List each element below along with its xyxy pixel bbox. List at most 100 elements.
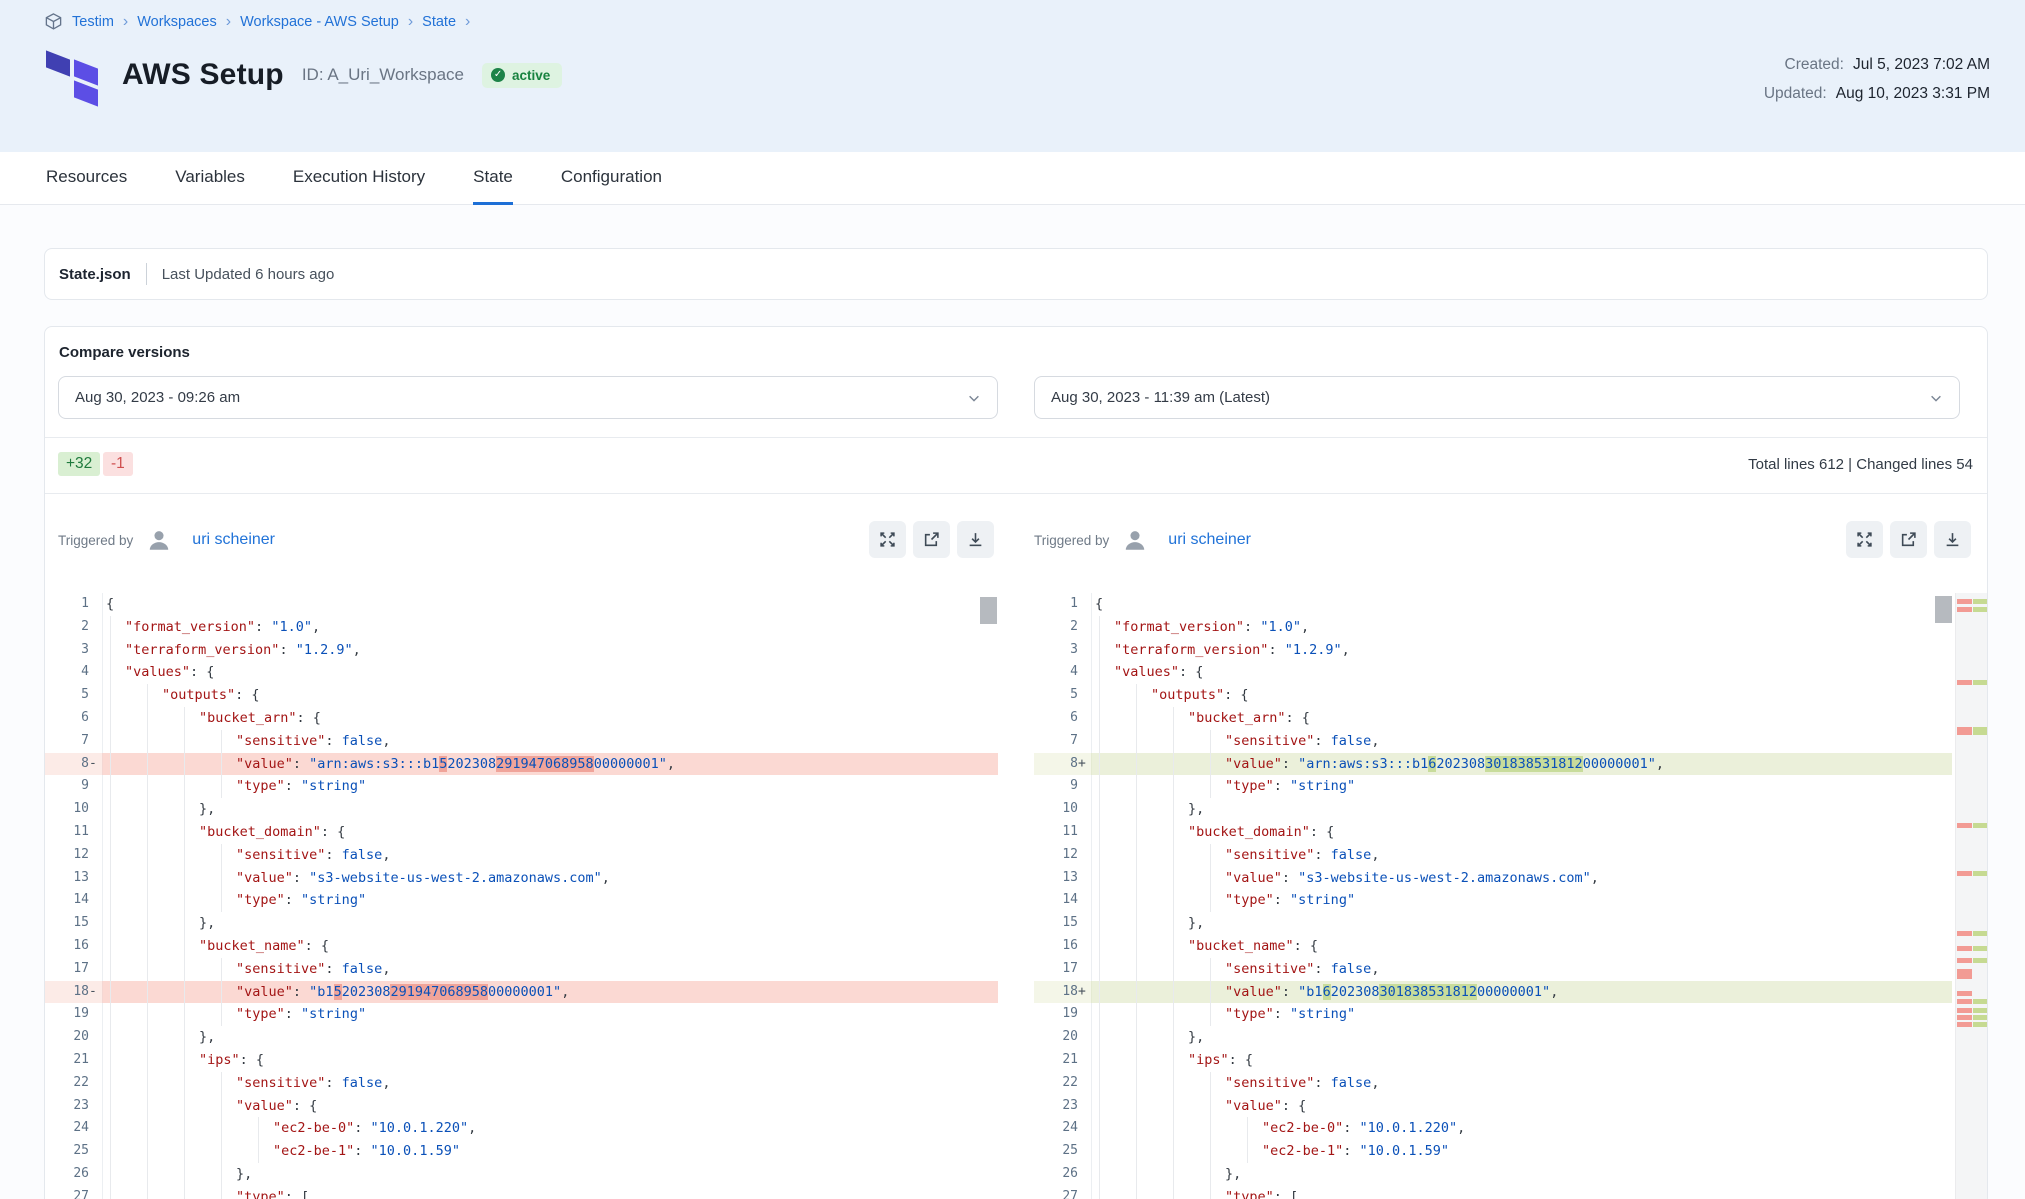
code-content: "ec2-be-1": "10.0.1.59"	[103, 1140, 998, 1163]
line-number: 7	[1034, 730, 1092, 753]
code-content: },	[1092, 798, 1952, 821]
ruler-mark-removed	[1957, 727, 1972, 735]
code-content: },	[103, 912, 998, 935]
ruler-mark-removed	[1957, 871, 1972, 876]
expand-icon[interactable]	[1846, 521, 1883, 558]
code-content: {	[1092, 593, 1952, 616]
breadcrumb-link[interactable]: Testim	[72, 14, 114, 30]
code-content: "sensitive": false,	[1092, 730, 1952, 753]
tab-state[interactable]: State	[473, 152, 513, 205]
tab-execution-history[interactable]: Execution History	[293, 152, 425, 205]
code-content: "type": "string"	[1092, 1003, 1952, 1026]
code-content: "sensitive": false,	[1092, 958, 1952, 981]
line-number: 3	[45, 639, 103, 662]
code-content: "value": "arn:aws:s3:::b1620230830183853…	[1092, 753, 1952, 776]
code-line: 10 },	[45, 798, 998, 821]
chevron-down-icon	[1929, 391, 1943, 405]
line-number: 14	[1034, 889, 1092, 912]
code-line: 12 "sensitive": false,	[1034, 844, 1952, 867]
indent-guides	[106, 1140, 273, 1163]
ruler-mark-removed	[1957, 680, 1972, 685]
code-content: "sensitive": false,	[103, 730, 998, 753]
code-content: "type": [	[103, 1186, 998, 1199]
tab-resources[interactable]: Resources	[46, 152, 127, 205]
check-circle-icon: ✓	[491, 68, 505, 82]
code-content: "terraform_version": "1.2.9",	[1092, 639, 1952, 662]
code-line: 3 "terraform_version": "1.2.9",	[1034, 639, 1952, 662]
line-number: 12	[45, 844, 103, 867]
line-number: 8-	[45, 753, 103, 776]
code-line: 16 "bucket_name": {	[45, 935, 998, 958]
code-content: },	[103, 798, 998, 821]
code-content: "value": "b1520230829194706895800000001"…	[103, 981, 998, 1004]
removed-lines-badge: -1	[103, 452, 133, 476]
line-number: 10	[1034, 798, 1092, 821]
code-content: "type": "string"	[1092, 775, 1952, 798]
diff-marker	[1078, 707, 1091, 730]
indent-guides	[106, 889, 236, 912]
diff-marker	[1078, 593, 1091, 616]
line-number: 4	[1034, 661, 1092, 684]
code-line: 19 "type": "string"	[45, 1003, 998, 1026]
cube-icon	[44, 12, 63, 31]
indent-guides	[1095, 844, 1225, 867]
code-line: 24 "ec2-be-0": "10.0.1.220",	[45, 1117, 998, 1140]
line-number: 16	[1034, 935, 1092, 958]
code-content: "values": {	[103, 661, 998, 684]
code-content: "sensitive": false,	[103, 958, 998, 981]
indent-guides	[106, 912, 199, 935]
line-number: 21	[1034, 1049, 1092, 1072]
download-icon[interactable]	[1934, 521, 1971, 558]
indent-guides	[1095, 1026, 1188, 1049]
code-line: 15 },	[45, 912, 998, 935]
line-number: 14	[45, 889, 103, 912]
panel-header-left: Triggered by uri scheiner	[58, 493, 998, 593]
breadcrumb-link[interactable]: Workspace - AWS Setup	[240, 14, 399, 30]
code-line: 18+"value": "b16202308301838531812000000…	[1034, 981, 1952, 1004]
diff-marker	[89, 707, 102, 730]
scrollbar-thumb[interactable]	[1935, 596, 1952, 623]
code-content: "type": "string"	[103, 889, 998, 912]
indent-guides	[1095, 1163, 1225, 1186]
diff-marker	[1078, 1186, 1091, 1199]
breadcrumb-separator: ›	[408, 14, 413, 30]
expand-icon[interactable]	[869, 521, 906, 558]
indent-guides	[1095, 684, 1151, 707]
version-select-left[interactable]: Aug 30, 2023 - 09:26 am	[58, 376, 998, 419]
code-content: "ec2-be-1": "10.0.1.59"	[1092, 1140, 1952, 1163]
code-line: 9 "type": "string"	[45, 775, 998, 798]
open-in-new-icon[interactable]	[1890, 521, 1927, 558]
open-in-new-icon[interactable]	[913, 521, 950, 558]
diff-overview-ruler[interactable]	[1955, 593, 1988, 1199]
diff-marker	[1078, 1140, 1091, 1163]
code-line: 11 "bucket_domain": {	[45, 821, 998, 844]
line-number: 12	[1034, 844, 1092, 867]
line-number: 19	[1034, 1003, 1092, 1026]
triggered-by-user[interactable]: uri scheiner	[1168, 531, 1251, 549]
line-number: 20	[1034, 1026, 1092, 1049]
code-content: "sensitive": false,	[1092, 844, 1952, 867]
breadcrumb-link[interactable]: Workspaces	[137, 14, 217, 30]
line-number: 11	[1034, 821, 1092, 844]
code-line: 22 "sensitive": false,	[1034, 1072, 1952, 1095]
indent-guides	[106, 707, 199, 730]
triggered-by-user[interactable]: uri scheiner	[192, 531, 275, 549]
code-content: "sensitive": false,	[1092, 1072, 1952, 1095]
code-line: 13 "value": "s3-website-us-west-2.amazon…	[45, 867, 998, 890]
scrollbar-thumb[interactable]	[980, 597, 997, 624]
code-content: "value": "b1620230830183853181200000001"…	[1092, 981, 1952, 1004]
ruler-mark-added	[1973, 1008, 1988, 1013]
breadcrumb-link[interactable]: State	[422, 14, 456, 30]
tab-configuration[interactable]: Configuration	[561, 152, 662, 205]
code-line: 11 "bucket_domain": {	[1034, 821, 1952, 844]
code-content: "outputs": {	[103, 684, 998, 707]
line-number: 6	[45, 707, 103, 730]
diff-marker: +	[1078, 981, 1091, 1004]
code-line: 16 "bucket_name": {	[1034, 935, 1952, 958]
version-select-right[interactable]: Aug 30, 2023 - 11:39 am (Latest)	[1034, 376, 1960, 419]
download-icon[interactable]	[957, 521, 994, 558]
tab-variables[interactable]: Variables	[175, 152, 245, 205]
diff-marker	[89, 1186, 102, 1199]
created-value: Jul 5, 2023 7:02 AM	[1853, 56, 1990, 73]
line-number: 25	[45, 1140, 103, 1163]
